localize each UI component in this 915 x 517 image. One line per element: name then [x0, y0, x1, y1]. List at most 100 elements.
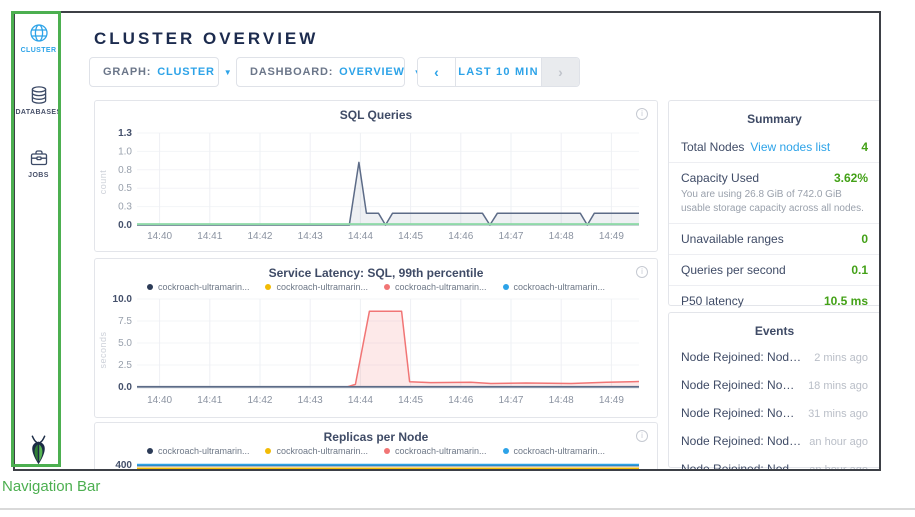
summary-row-value: 3.62% — [834, 171, 868, 185]
bottom-divider — [0, 508, 915, 510]
sidebar-item-databases[interactable]: DATABASES — [15, 85, 62, 116]
legend-label: cockroach-ultramarin... — [158, 282, 250, 292]
sidebar-item-label: CLUSTER — [21, 47, 57, 54]
svg-text:14:47: 14:47 — [498, 395, 523, 406]
globe-icon — [29, 23, 49, 43]
legend-dot-icon — [384, 448, 390, 454]
time-prev-button[interactable]: ‹ — [418, 58, 456, 86]
legend-dot-icon — [147, 448, 153, 454]
legend-dot-icon — [147, 284, 153, 290]
replicas-per-node-chart-panel: Replicas per Node cockroach-ultramarin..… — [94, 422, 658, 471]
summary-row-label: Total Nodes — [681, 140, 744, 154]
svg-text:10.0: 10.0 — [113, 294, 133, 305]
legend-item[interactable]: cockroach-ultramarin... — [503, 282, 606, 292]
svg-text:14:43: 14:43 — [298, 395, 323, 406]
chart-title: Replicas per Node — [95, 430, 657, 444]
event-row: Node Rejoined: Node 2 rej...31 mins ago — [669, 399, 880, 427]
svg-text:14:45: 14:45 — [398, 231, 423, 242]
dashboard-dropdown-value: OVERVIEW — [339, 66, 405, 78]
sidebar-item-cluster[interactable]: CLUSTER — [15, 23, 62, 54]
svg-text:14:48: 14:48 — [549, 231, 574, 242]
event-time: an hour ago — [809, 436, 868, 448]
summary-row-value: 0.1 — [851, 263, 868, 277]
view-nodes-list-link[interactable]: View nodes list — [750, 140, 830, 154]
info-icon[interactable] — [636, 430, 648, 442]
legend-item[interactable]: cockroach-ultramarin... — [503, 446, 606, 456]
event-text: Node Rejoined: Node 4 rej... — [681, 462, 801, 471]
svg-text:5.0: 5.0 — [118, 338, 132, 349]
info-icon[interactable] — [636, 266, 648, 278]
svg-text:0.0: 0.0 — [118, 382, 132, 393]
legend-label: cockroach-ultramarin... — [276, 446, 368, 456]
sidebar-item-label: DATABASES — [15, 109, 61, 116]
legend-label: cockroach-ultramarin... — [514, 282, 606, 292]
svg-text:14:49: 14:49 — [599, 231, 624, 242]
legend-label: cockroach-ultramarin... — [158, 446, 250, 456]
legend-label: cockroach-ultramarin... — [514, 446, 606, 456]
legend-dot-icon — [503, 284, 509, 290]
sidebar-item-jobs[interactable]: JOBS — [15, 148, 62, 179]
svg-text:14:48: 14:48 — [549, 395, 574, 406]
summary-row: Unavailable ranges0 — [669, 223, 880, 254]
event-text: Node Rejoined: Node 1 rej... — [681, 434, 801, 448]
briefcase-icon — [29, 148, 49, 168]
dashboard-dropdown[interactable]: DASHBOARD: OVERVIEW ▼ — [236, 57, 405, 87]
event-row: Node Rejoined: Node 4 rej... an hour ago — [669, 455, 880, 471]
legend-dot-icon — [265, 448, 271, 454]
legend-item[interactable]: cockroach-ultramarin... — [147, 446, 250, 456]
sql-queries-chart-panel: SQL Queries count 0.00.30.50.81.01.314:4… — [94, 100, 658, 252]
svg-text:14:49: 14:49 — [599, 395, 624, 406]
database-icon — [29, 85, 49, 105]
svg-text:1.0: 1.0 — [118, 146, 132, 157]
legend-item[interactable]: cockroach-ultramarin... — [147, 282, 250, 292]
summary-row-label: P50 latency — [681, 294, 744, 308]
summary-row-label: Capacity Used — [681, 171, 759, 185]
svg-text:14:46: 14:46 — [448, 395, 473, 406]
legend-dot-icon — [265, 284, 271, 290]
chart-legend: cockroach-ultramarin... cockroach-ultrama… — [95, 446, 657, 456]
graph-dropdown-value: CLUSTER — [157, 66, 215, 78]
legend-item[interactable]: cockroach-ultramarin... — [384, 282, 487, 292]
event-time: an hour ago — [809, 464, 868, 471]
svg-text:14:41: 14:41 — [197, 231, 222, 242]
summary-row: Total Nodes View nodes list 4 — [669, 132, 880, 162]
cockroachdb-logo-icon — [15, 433, 62, 467]
service-latency-plot: 0.02.55.07.510.014:4014:4114:4214:4314:4… — [107, 293, 647, 411]
sql-queries-plot: 0.00.30.50.81.01.314:4014:4114:4214:4314… — [107, 125, 647, 247]
chart-title: Service Latency: SQL, 99th percentile — [95, 266, 657, 280]
summary-row-value: 4 — [861, 140, 868, 154]
page-title: CLUSTER OVERVIEW — [94, 29, 318, 49]
svg-text:14:40: 14:40 — [147, 395, 172, 406]
legend-label: cockroach-ultramarin... — [395, 282, 487, 292]
admin-ui-window: CLUSTER DATABASES JOBS CLUSTER OVERVIEW GR… — [13, 11, 881, 471]
event-row: Node Rejoined: Node 4 rej...2 mins ago — [669, 343, 880, 371]
legend-item[interactable]: cockroach-ultramarin... — [265, 282, 368, 292]
legend-item[interactable]: cockroach-ultramarin... — [265, 446, 368, 456]
legend-label: cockroach-ultramarin... — [276, 282, 368, 292]
event-time: 31 mins ago — [808, 408, 868, 420]
events-title: Events — [669, 313, 880, 338]
svg-text:14:43: 14:43 — [298, 231, 323, 242]
time-range-value[interactable]: LAST 10 MIN — [456, 58, 541, 86]
service-latency-chart-panel: Service Latency: SQL, 99th percentile co… — [94, 258, 658, 418]
legend-dot-icon — [384, 284, 390, 290]
event-row: Node Rejoined: Node 3 rej...18 mins ago — [669, 371, 880, 399]
sidebar-item-label: JOBS — [28, 172, 49, 179]
event-time: 2 mins ago — [814, 352, 868, 364]
svg-text:14:41: 14:41 — [197, 395, 222, 406]
legend-item[interactable]: cockroach-ultramarin... — [384, 446, 487, 456]
navigation-bar-annotation-label: Navigation Bar — [2, 478, 100, 495]
time-range-selector: ‹ LAST 10 MIN › — [417, 57, 580, 87]
info-icon[interactable] — [636, 108, 648, 120]
summary-row-value: 0 — [861, 232, 868, 246]
chart-title: SQL Queries — [95, 108, 657, 122]
event-row: Node Rejoined: Node 1 rej... an hour ago — [669, 427, 880, 455]
page: { "annotation": { "label": "Navigation B… — [0, 0, 915, 517]
graph-dropdown[interactable]: GRAPH: CLUSTER ▼ — [89, 57, 219, 87]
svg-text:400: 400 — [115, 460, 132, 471]
time-next-button[interactable]: › — [541, 58, 579, 86]
capacity-used-subtext: You are using 26.8 GiB of 742.0 GiB usab… — [681, 188, 868, 215]
svg-text:0.8: 0.8 — [118, 165, 132, 176]
svg-text:0.3: 0.3 — [118, 202, 132, 213]
legend-label: cockroach-ultramarin... — [395, 446, 487, 456]
